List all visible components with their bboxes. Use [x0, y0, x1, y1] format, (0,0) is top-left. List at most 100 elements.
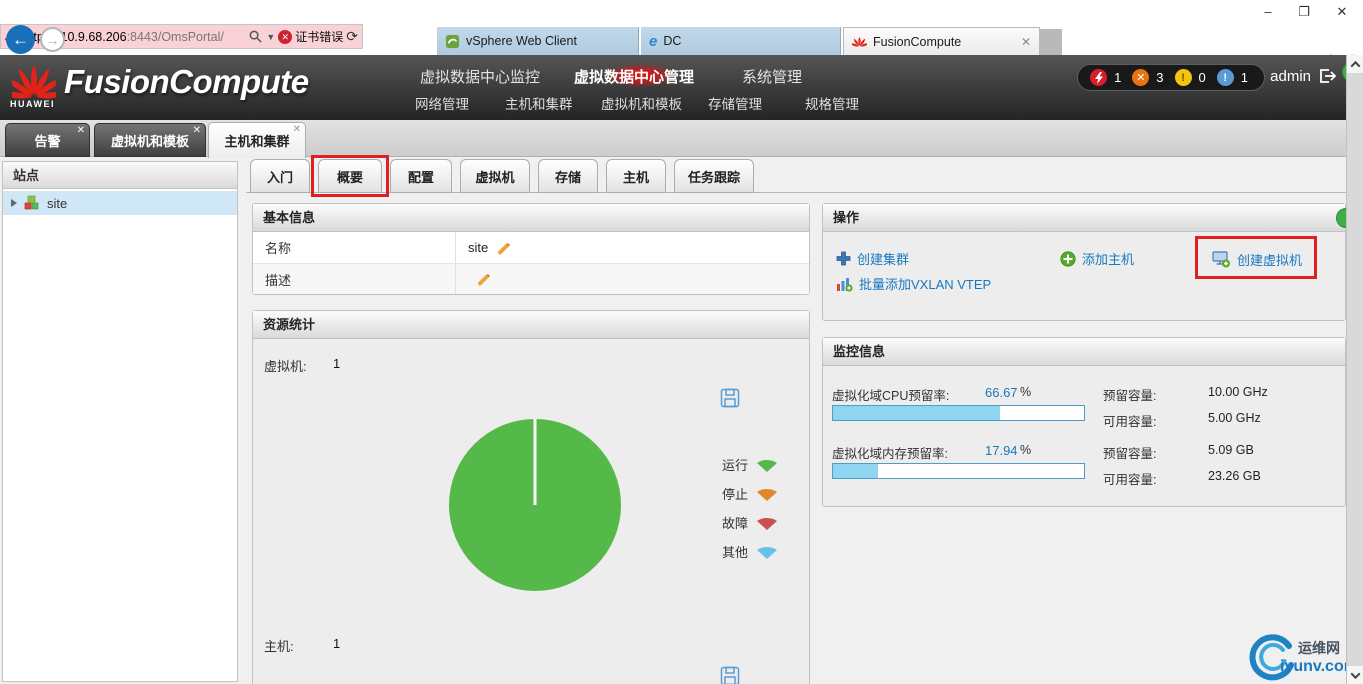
sidebar: 站点 site [2, 161, 238, 682]
workspace-tab-host-cluster[interactable]: 主机和集群 ✕ [208, 122, 306, 158]
browser-titlebar: – ❐ ✕ [0, 0, 1363, 24]
tab-configuration[interactable]: 配置 [390, 159, 452, 193]
alarm-summary-pill[interactable]: 1 ✕ 3 ! 0 ! 1 [1077, 64, 1265, 91]
green-plus-circle-icon [1060, 250, 1076, 267]
mem-reserve-rate-label: 虚拟化域内存预留率: [832, 447, 948, 461]
forward-button[interactable]: → [40, 27, 65, 52]
save-chart-icon[interactable] [720, 666, 740, 684]
legend-fan-icon [757, 488, 777, 501]
url-dropdown-icon[interactable]: ▼ [266, 32, 275, 42]
cpu-available-value: 5.00 GHz [1208, 411, 1261, 425]
operations-title: 操作 [823, 204, 1345, 232]
nav-system-manage[interactable]: 系统管理 [742, 66, 802, 87]
create-vm-icon [1212, 251, 1230, 268]
critical-alarm-count: 1 [1114, 70, 1122, 85]
browser-tab-vsphere[interactable]: vSphere Web Client [437, 27, 639, 55]
edit-pencil-icon[interactable] [496, 240, 512, 256]
browser-tab-fusioncompute[interactable]: FusionCompute ✕ [843, 27, 1040, 55]
tab-storage[interactable]: 存储 [538, 159, 598, 193]
warning-alarm-count: 1 [1240, 70, 1248, 85]
minimize-button[interactable]: – [1251, 2, 1285, 22]
batch-add-vtep-link[interactable]: 批量添加VXLAN VTEP [836, 274, 991, 293]
edit-pencil-icon[interactable] [476, 271, 492, 287]
nav-vdc-monitor[interactable]: 虚拟数据中心监控 [420, 66, 540, 87]
browser-tab-dc[interactable]: e DC [641, 27, 841, 55]
tab-close-icon[interactable]: ✕ [1021, 35, 1031, 49]
nav-host-cluster[interactable]: 主机和集群 [505, 93, 573, 113]
cpu-reserve-rate-unit: % [1020, 385, 1032, 399]
vertical-scrollbar[interactable] [1346, 55, 1363, 684]
save-chart-icon[interactable] [720, 388, 740, 408]
vm-count-label: 虚拟机: [264, 359, 307, 374]
host-count-label: 主机: [264, 639, 294, 654]
mem-reserved-label: 预留容量: [1103, 447, 1157, 461]
cpu-reserved-value: 10.00 GHz [1208, 385, 1268, 399]
maximize-button[interactable]: ❐ [1287, 2, 1321, 22]
cpu-reserve-progressbar [832, 405, 1085, 421]
tab-summary[interactable]: 概要 [318, 159, 382, 193]
huawei-wordmark: HUAWEI [10, 99, 55, 109]
tab-hosts[interactable]: 主机 [606, 159, 666, 193]
cert-error-label[interactable]: 证书错误 [295, 28, 343, 45]
tab-task-tracking[interactable]: 任务跟踪 [674, 159, 754, 193]
refresh-icon[interactable]: ⟳ [346, 28, 358, 45]
name-row: 名称 site [253, 232, 809, 263]
description-row: 描述 [253, 263, 809, 294]
legend-stopped: 停止 [722, 484, 780, 503]
nav-vm-template[interactable]: 虚拟机和模板 [601, 93, 682, 113]
monitoring-panel: 监控信息 [822, 337, 1346, 507]
current-user-label[interactable]: admin [1270, 68, 1311, 85]
create-vm-link[interactable]: 创建虚拟机 [1212, 250, 1302, 269]
legend-running: 运行 [722, 455, 780, 474]
tab-close-icon[interactable]: ✕ [293, 124, 301, 135]
close-button[interactable]: ✕ [1325, 2, 1359, 22]
mem-reserve-progress-fill [833, 464, 879, 478]
legend-fan-icon [757, 517, 777, 530]
vm-count-value: 1 [333, 356, 341, 371]
minor-alarm-icon: ! [1174, 69, 1192, 86]
scroll-up-arrow[interactable] [1347, 55, 1363, 73]
basic-info-title: 基本信息 [253, 204, 809, 232]
scroll-down-arrow[interactable] [1347, 666, 1363, 684]
cpu-reserved-label: 预留容量: [1103, 389, 1157, 403]
sidebar-item-label: site [47, 195, 68, 211]
tab-vms[interactable]: 虚拟机 [460, 159, 530, 193]
major-alarm-icon: ✕ [1132, 69, 1150, 86]
nav-storage-manage[interactable]: 存储管理 [708, 93, 762, 113]
nav-spec-manage[interactable]: 规格管理 [805, 93, 859, 113]
name-label: 名称 [253, 232, 456, 263]
sidebar-item-site[interactable]: site [3, 191, 237, 215]
cpu-available-label: 可用容量: [1103, 415, 1157, 429]
expand-arrow-icon[interactable] [11, 199, 17, 207]
back-button[interactable]: ← [6, 25, 35, 54]
workspace-tab-vm-template[interactable]: 虚拟机和模板 ✕ [94, 123, 206, 157]
mem-available-label: 可用容量: [1103, 473, 1157, 487]
app-brand: FusionCompute [64, 63, 309, 100]
add-host-link[interactable]: 添加主机 [1060, 249, 1134, 268]
logout-icon[interactable] [1317, 66, 1337, 86]
mem-reserved-value: 5.09 GB [1208, 443, 1254, 457]
resource-stats-title: 资源统计 [253, 311, 809, 339]
cpu-reserve-rate-label: 虚拟化域CPU预留率: [832, 389, 950, 403]
pie-legend: 运行 停止 故障 其他 [690, 455, 780, 561]
tab-close-icon[interactable]: ✕ [77, 125, 85, 136]
name-value: site [468, 240, 489, 255]
tab-getting-started[interactable]: 入门 [250, 159, 310, 193]
nav-network-manage[interactable]: 网络管理 [415, 93, 469, 113]
mem-reserve-rate-unit: % [1020, 443, 1032, 457]
legend-fan-icon [757, 546, 777, 559]
huawei-logo-icon [12, 65, 56, 99]
create-cluster-link[interactable]: 创建集群 [836, 249, 909, 268]
app-header: HUAWEI FusionCompute 虚拟数据中心监控 虚拟数据中心管理 系… [0, 55, 1363, 120]
cpu-reserve-rate-value: 66.67 [985, 385, 1018, 400]
tab-close-icon[interactable]: ✕ [193, 125, 201, 136]
vsphere-tab-icon [445, 34, 460, 48]
workspace-tab-alarms[interactable]: 告警 ✕ [5, 123, 90, 157]
site-cube-icon [24, 195, 39, 210]
cert-error-icon: ✕ [278, 29, 293, 44]
mem-available-value: 23.26 GB [1208, 469, 1261, 483]
nav-vdc-manage[interactable]: 虚拟数据中心管理 [574, 66, 694, 87]
watermark-text-cn: 运维网 [1298, 640, 1340, 656]
new-tab-stub[interactable] [1040, 29, 1062, 55]
search-icon[interactable] [248, 29, 263, 44]
